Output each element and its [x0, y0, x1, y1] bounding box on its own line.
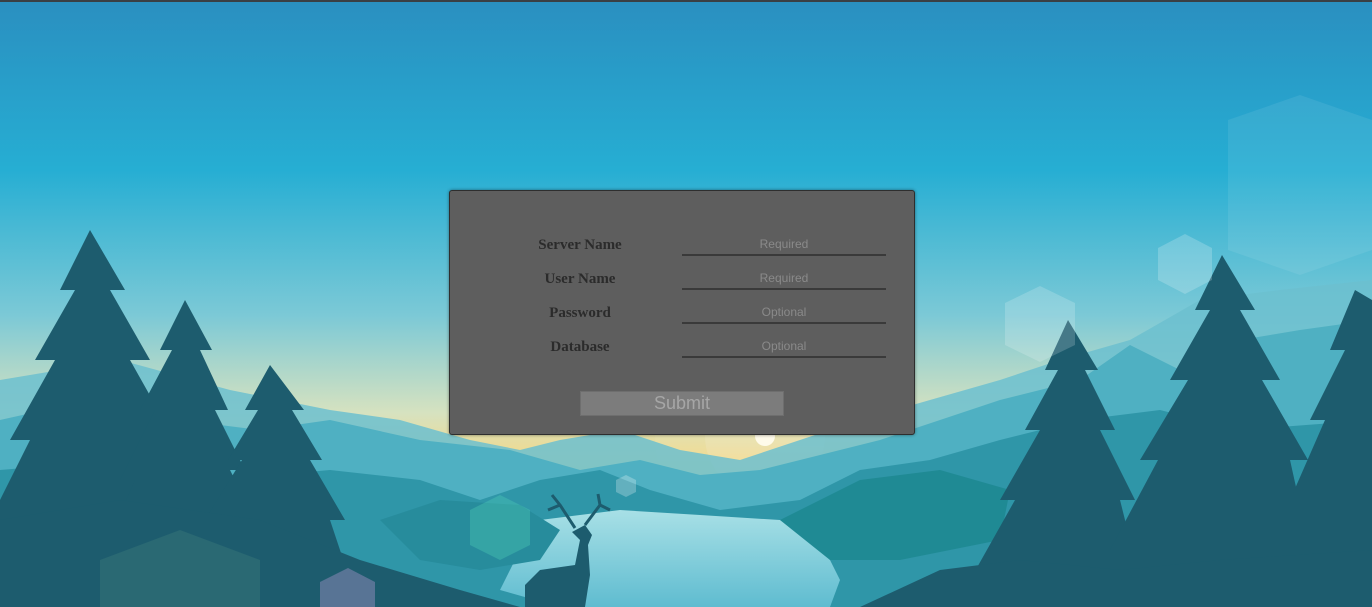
- user-name-input[interactable]: [682, 268, 886, 290]
- user-name-row: User Name: [450, 268, 914, 294]
- window-top-border: [0, 0, 1372, 2]
- database-row: Database: [450, 336, 914, 362]
- database-label: Database: [550, 339, 610, 355]
- server-name-input[interactable]: [682, 234, 886, 256]
- submit-button[interactable]: Submit: [580, 391, 784, 416]
- server-name-row: Server Name: [450, 234, 914, 260]
- password-row: Password: [450, 302, 914, 328]
- password-input[interactable]: [682, 302, 886, 324]
- password-label: Password: [549, 305, 611, 321]
- database-input[interactable]: [682, 336, 886, 358]
- user-name-label: User Name: [544, 271, 616, 287]
- server-name-label: Server Name: [538, 237, 622, 253]
- login-form-panel: Server Name User Name Password Database …: [449, 190, 915, 435]
